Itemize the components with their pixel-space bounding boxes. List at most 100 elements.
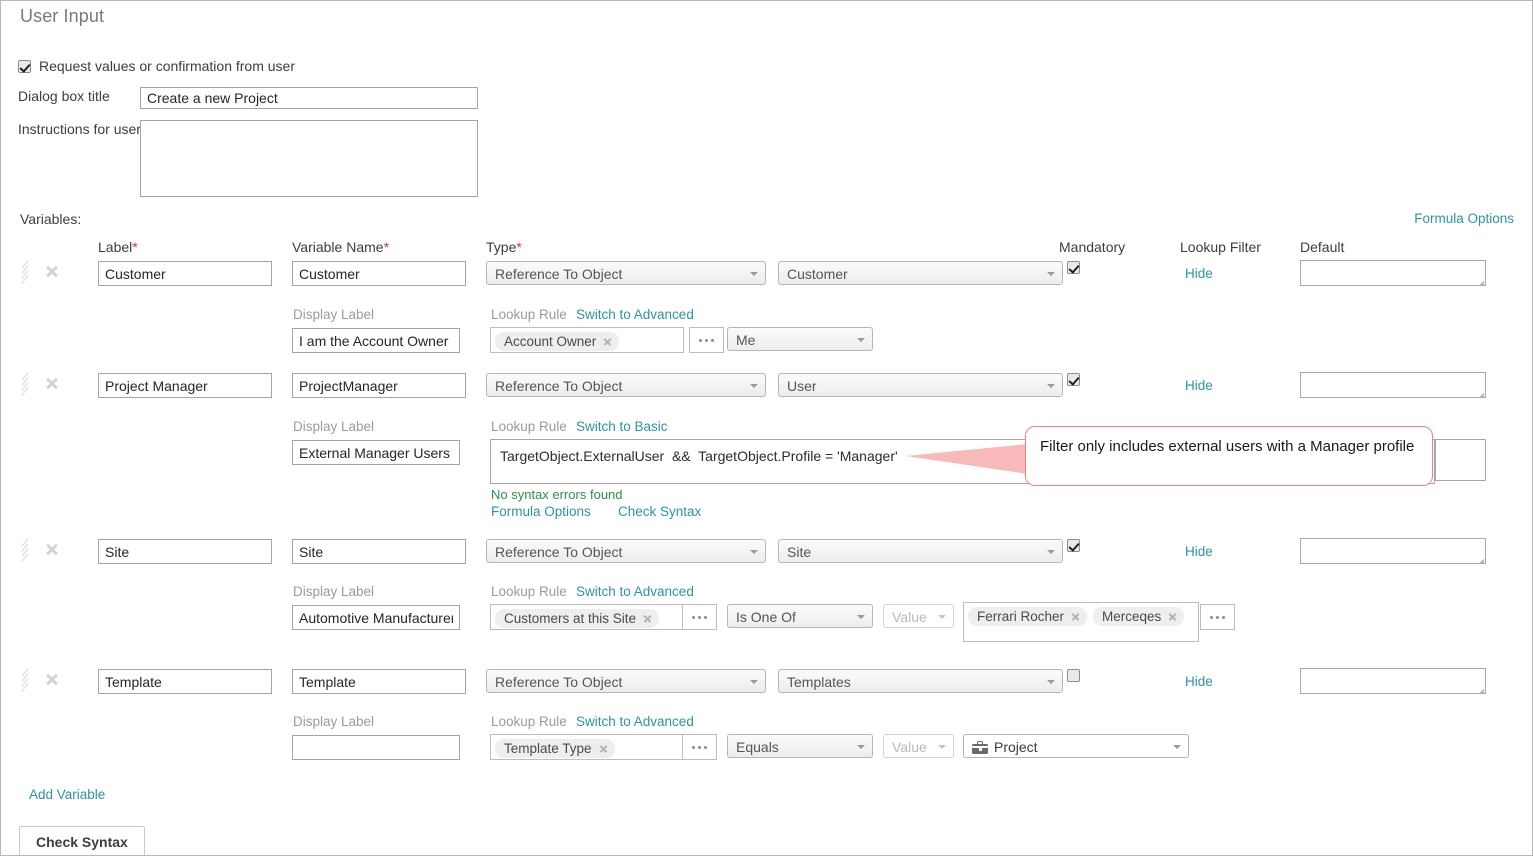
row-4-display-label-input[interactable] [292, 735, 460, 760]
row-2-default-field[interactable] [1300, 372, 1486, 398]
chevron-down-icon [750, 550, 758, 554]
row-1-lookup-field-more-button[interactable] [689, 327, 724, 353]
drag-handle-row-4[interactable] [20, 667, 30, 693]
row-4-default-field[interactable] [1300, 668, 1486, 694]
row-3-default-field[interactable] [1300, 538, 1486, 564]
row-1-lookup-rule-caption: Lookup Rule [491, 307, 567, 322]
token[interactable]: Ferrari Rocher [968, 607, 1088, 626]
row-3-variable-name-input[interactable] [292, 539, 466, 564]
resize-grip-icon[interactable] [1472, 550, 1485, 563]
row-4-hide-link[interactable]: Hide [1185, 674, 1213, 689]
row-4-variable-name-input[interactable] [292, 669, 466, 694]
row-3-label-input[interactable] [98, 539, 272, 564]
chevron-down-icon [1173, 745, 1181, 749]
row-3-lookup-field-tokenbox[interactable]: Customers at this Site [490, 604, 684, 630]
row-4-label-input[interactable] [98, 669, 272, 694]
remove-token-icon[interactable] [603, 337, 612, 346]
token[interactable]: Template Type [495, 739, 615, 758]
row-4-type-select[interactable]: Reference To Object [486, 669, 766, 693]
row-1-display-label-input[interactable] [292, 328, 460, 353]
delete-row-4-icon[interactable] [45, 672, 59, 686]
row-2-syntax-status: No syntax errors found [491, 487, 623, 502]
remove-token-icon[interactable] [599, 744, 608, 753]
row-2-mandatory-checkbox[interactable] [1067, 373, 1080, 386]
request-values-checkbox[interactable] [18, 59, 31, 73]
row-2-object-select[interactable]: User [778, 373, 1063, 397]
row-2-label-input[interactable] [98, 373, 272, 398]
check-syntax-button[interactable]: Check Syntax [19, 826, 145, 855]
row-1-object-select[interactable]: Customer [778, 261, 1063, 285]
chevron-down-icon [1047, 680, 1055, 684]
row-2-formula-options-link[interactable]: Formula Options [491, 504, 591, 519]
row-4-mandatory-checkbox[interactable] [1067, 669, 1080, 682]
row-2-check-syntax-link[interactable]: Check Syntax [618, 504, 701, 519]
row-2-type-select[interactable]: Reference To Object [486, 373, 766, 397]
column-header-variable-name: Variable Name* [292, 239, 390, 255]
row-4-lookup-field-tokenbox[interactable]: Template Type [490, 734, 684, 760]
row-3-value-mode-select[interactable]: Value [883, 604, 954, 628]
resize-grip-icon[interactable] [1472, 272, 1485, 285]
row-4-operator-select[interactable]: Equals [727, 734, 873, 758]
row-4-object-select[interactable]: Templates [778, 669, 1063, 693]
row-3-value-more-button[interactable] [1200, 604, 1235, 630]
delete-row-1-icon[interactable] [45, 264, 59, 278]
row-2-default-field-partial[interactable] [1435, 439, 1486, 481]
formula-options-link-top[interactable]: Formula Options [1414, 211, 1514, 226]
row-1-hide-link[interactable]: Hide [1185, 266, 1213, 281]
row-3-switch-mode-link[interactable]: Switch to Advanced [576, 584, 694, 599]
token[interactable]: Merceqes [1093, 607, 1185, 626]
annotation-callout: Filter only includes external users with… [1025, 426, 1433, 486]
chevron-down-icon [1047, 272, 1055, 276]
row-1-variable-name-input[interactable] [292, 261, 466, 286]
token[interactable]: Account Owner [495, 332, 620, 351]
row-4-value-mode-select[interactable]: Value [883, 734, 954, 758]
row-2-variable-name-input[interactable] [292, 373, 466, 398]
remove-token-icon[interactable] [643, 614, 652, 623]
row-1-default-field[interactable] [1300, 260, 1486, 286]
row-1-lookup-field-tokenbox[interactable]: Account Owner [490, 327, 684, 353]
instructions-label: Instructions for user [18, 121, 141, 137]
drag-handle-row-1[interactable] [20, 259, 30, 285]
user-input-panel: User Input Request values or confirmatio… [0, 0, 1533, 856]
remove-token-icon[interactable] [1168, 612, 1177, 621]
row-3-value-tokenbox[interactable]: Ferrari Rocher Merceqes [963, 602, 1199, 642]
add-variable-link[interactable]: Add Variable [29, 787, 105, 802]
request-values-checkbox-row[interactable]: Request values or confirmation from user [18, 58, 295, 74]
resize-grip-icon[interactable] [1472, 384, 1485, 397]
delete-row-2-icon[interactable] [45, 376, 59, 390]
row-3-operator-select[interactable]: Is One Of [727, 604, 873, 628]
token[interactable]: Customers at this Site [495, 609, 660, 628]
delete-row-3-icon[interactable] [45, 542, 59, 556]
instructions-textarea[interactable] [140, 120, 478, 197]
dialog-box-title-input[interactable] [140, 87, 478, 109]
row-4-lookup-field-more-button[interactable] [682, 734, 717, 760]
chevron-down-icon [938, 615, 946, 619]
row-4-switch-mode-link[interactable]: Switch to Advanced [576, 714, 694, 729]
drag-handle-row-3[interactable] [20, 537, 30, 563]
row-3-object-select[interactable]: Site [778, 539, 1063, 563]
row-3-type-select[interactable]: Reference To Object [486, 539, 766, 563]
resize-grip-icon[interactable] [1472, 680, 1485, 693]
column-header-mandatory: Mandatory [1059, 239, 1126, 255]
row-3-hide-link[interactable]: Hide [1185, 544, 1213, 559]
row-2-display-label-input[interactable] [292, 440, 460, 465]
row-2-switch-mode-link[interactable]: Switch to Basic [576, 419, 668, 434]
row-1-mandatory-checkbox[interactable] [1067, 261, 1080, 274]
chevron-down-icon [1047, 550, 1055, 554]
page-title: User Input [20, 6, 105, 26]
row-3-lookup-field-more-button[interactable] [682, 604, 717, 630]
row-1-operator-select[interactable]: Me [727, 327, 873, 351]
drag-handle-row-2[interactable] [20, 371, 30, 397]
row-3-display-label-caption: Display Label [293, 584, 375, 599]
callout-leader-line [906, 444, 1028, 474]
row-1-switch-mode-link[interactable]: Switch to Advanced [576, 307, 694, 322]
row-3-display-label-input[interactable] [292, 605, 460, 630]
row-1-label-input[interactable] [98, 261, 272, 286]
row-3-mandatory-checkbox[interactable] [1067, 539, 1080, 552]
remove-token-icon[interactable] [1071, 612, 1080, 621]
row-4-display-label-caption: Display Label [293, 714, 375, 729]
row-1-display-label-caption: Display Label [293, 307, 375, 322]
row-1-type-select[interactable]: Reference To Object [486, 261, 766, 285]
row-2-hide-link[interactable]: Hide [1185, 378, 1213, 393]
row-4-value-select[interactable]: Project [963, 734, 1189, 758]
